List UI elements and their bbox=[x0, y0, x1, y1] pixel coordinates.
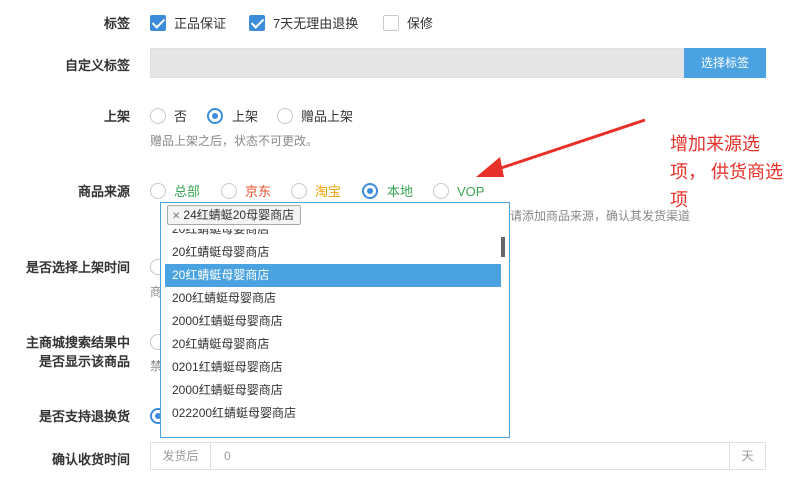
search-display-label-line2: 是否显示该商品 bbox=[38, 354, 130, 369]
custom-tags-label: 自定义标签 bbox=[64, 58, 130, 73]
shelf-option-on: 上架 bbox=[232, 109, 259, 124]
supplier-option[interactable]: 0201红蜻蜓母婴商店 bbox=[165, 356, 501, 379]
source-hint: 请添加商品来源，确认其发货渠道 bbox=[510, 209, 691, 223]
annotation-text: 增加来源选项， 供货商选项 bbox=[670, 134, 784, 210]
selected-supplier-chip[interactable]: ✕ 24红蜻蜓20母婴商店 bbox=[167, 205, 302, 225]
supplier-option[interactable]: 200红蜻蜓母婴商店 bbox=[165, 287, 501, 310]
supplier-option[interactable]: 2000红蜻蜓母婴商店 bbox=[165, 379, 501, 402]
shelf-option-no: 否 bbox=[174, 109, 188, 124]
supplier-dropdown[interactable]: ✕ 24红蜻蜓20母婴商店 20红蜻蜓母婴商店 20红蜻蜓母婴商店 20红蜻蜓母婴… bbox=[160, 202, 510, 438]
supplier-list[interactable]: 20红蜻蜓母婴商店 20红蜻蜓母婴商店 20红蜻蜓母婴商店 200红蜻蜓母婴商店… bbox=[165, 229, 501, 435]
supplier-option[interactable]: 20红蜻蜓母婴商店 bbox=[165, 229, 501, 241]
tag-checkbox-warranty[interactable] bbox=[383, 15, 399, 31]
source-label: 商品来源 bbox=[77, 184, 130, 199]
supplier-option[interactable]: 2000红蜻蜓母婴商店 bbox=[165, 310, 501, 333]
custom-tags-input[interactable] bbox=[150, 48, 685, 78]
shelf-radio-on[interactable] bbox=[207, 108, 223, 124]
tag-option-warranty: 保修 bbox=[407, 16, 434, 31]
source-option-jd: 京东 bbox=[245, 184, 272, 199]
tag-option-7day-return: 7天无理由退换 bbox=[273, 16, 359, 31]
supplier-option[interactable]: 20红蜻蜓母婴商店 bbox=[165, 241, 501, 264]
shelf-label: 上架 bbox=[103, 109, 130, 124]
shelf-hint: 赠品上架之后，状态不可更改。 bbox=[150, 134, 319, 148]
selected-supplier-label: 24红蜻蜓20母婴商店 bbox=[183, 208, 295, 222]
return-support-label: 是否支持退换货 bbox=[38, 409, 130, 424]
select-tags-button[interactable]: 选择标签 bbox=[684, 48, 766, 78]
shelf-radio-no[interactable] bbox=[150, 108, 166, 124]
source-radio-jd[interactable] bbox=[221, 183, 237, 199]
shelf-option-gift: 赠品上架 bbox=[301, 109, 354, 124]
source-option-vop: VOP bbox=[457, 184, 485, 199]
tag-option-genuine: 正品保证 bbox=[174, 16, 227, 31]
supplier-option[interactable]: 20红蜻蜓母婴商店 bbox=[165, 333, 501, 356]
source-radio-taobao[interactable] bbox=[291, 183, 307, 199]
search-display-label-line1: 主商城搜索结果中 bbox=[25, 335, 130, 350]
source-option-local: 本地 bbox=[387, 184, 414, 199]
shelf-time-label: 是否选择上架时间 bbox=[25, 260, 130, 275]
dropdown-scrollbar[interactable] bbox=[501, 237, 505, 257]
source-radio-local[interactable] bbox=[362, 183, 378, 199]
shelf-radio-gift[interactable] bbox=[277, 108, 293, 124]
confirm-time-label: 确认收货时间 bbox=[51, 452, 130, 467]
source-radio-hq[interactable] bbox=[150, 183, 166, 199]
source-radio-vop[interactable] bbox=[433, 183, 449, 199]
supplier-option-highlighted[interactable]: 20红蜻蜓母婴商店 bbox=[165, 264, 501, 287]
tags-label: 标签 bbox=[103, 16, 130, 31]
source-option-taobao: 淘宝 bbox=[315, 184, 342, 199]
tag-checkbox-genuine[interactable] bbox=[150, 15, 166, 31]
confirm-time-prefix: 发货后 bbox=[150, 442, 211, 470]
annotation-arrow bbox=[476, 118, 646, 177]
confirm-time-input[interactable]: 0 bbox=[210, 442, 730, 470]
tag-checkbox-7day-return[interactable] bbox=[249, 15, 265, 31]
source-option-hq: 总部 bbox=[174, 184, 201, 199]
supplier-option[interactable]: 022200红蜻蜓母婴商店 bbox=[165, 402, 501, 425]
chip-remove-icon[interactable]: ✕ bbox=[172, 211, 180, 222]
confirm-time-suffix: 天 bbox=[729, 442, 766, 470]
